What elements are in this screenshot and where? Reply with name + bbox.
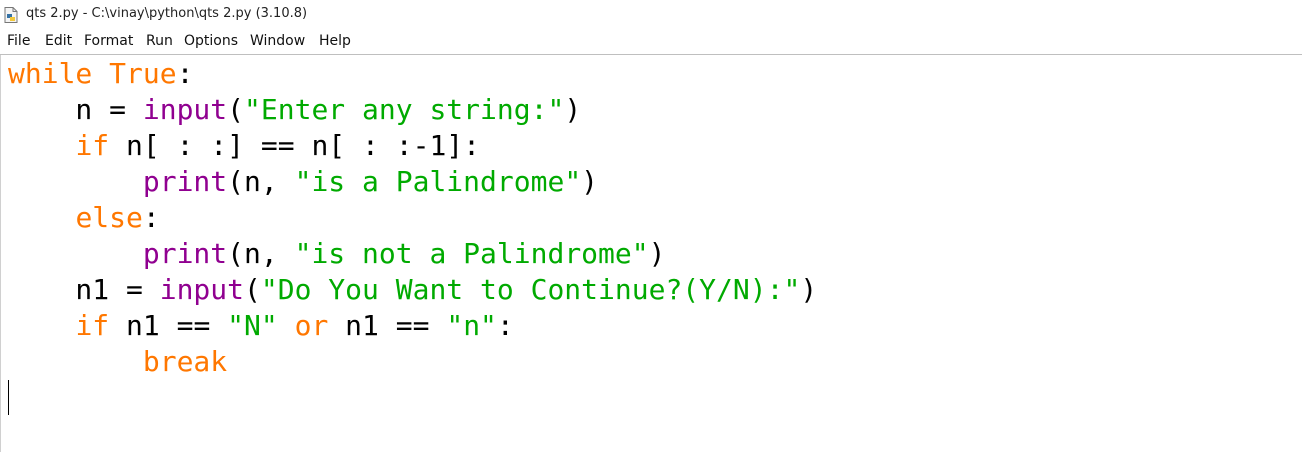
- code-token: if: [75, 309, 110, 342]
- code-token: True: [109, 57, 177, 90]
- code-token: or: [294, 309, 329, 342]
- menu-format[interactable]: Format: [83, 33, 134, 49]
- title-bar: qts 2.py - C:\vinay\python\qts 2.py (3.1…: [0, 0, 1302, 30]
- code-token: "is a Palindrome": [294, 165, 582, 198]
- code-line: if n1 == "N" or n1 == "n":: [8, 308, 514, 344]
- code-token: if: [75, 129, 110, 162]
- code-token: "n": [446, 309, 497, 342]
- code-token: while: [8, 57, 93, 90]
- code-line: print(n, "is a Palindrome"): [8, 164, 598, 200]
- code-token: n1 =: [8, 273, 160, 306]
- code-line: print(n, "is not a Palindrome"): [8, 236, 666, 272]
- code-line: n = input("Enter any string:"): [8, 92, 581, 128]
- code-token: ): [800, 273, 818, 306]
- code-token: ): [564, 93, 582, 126]
- code-line: if n[ : :] == n[ : :-1]:: [8, 128, 480, 164]
- window-title: qts 2.py - C:\vinay\python\qts 2.py (3.1…: [26, 6, 308, 21]
- code-token: "Enter any string:": [244, 93, 565, 126]
- text-cursor: [8, 380, 9, 415]
- code-line: break: [8, 344, 227, 380]
- code-token: input: [142, 93, 228, 126]
- code-token: n =: [8, 93, 143, 126]
- code-token: "is not a Palindrome": [294, 237, 649, 270]
- code-token: :: [176, 57, 194, 90]
- code-token: input: [159, 273, 245, 306]
- code-token: :: [496, 309, 514, 342]
- code-token: print: [142, 237, 228, 270]
- menu-run[interactable]: Run: [145, 33, 174, 49]
- code-token: (n,: [227, 165, 295, 198]
- code-editor[interactable]: while True: n = input("Enter any string:…: [0, 55, 1302, 452]
- code-token: ): [581, 165, 599, 198]
- code-token: (n,: [227, 237, 295, 270]
- code-line: else:: [8, 200, 160, 236]
- menu-bar: File Edit Format Run Options Window Help: [0, 30, 1302, 54]
- code-token: ): [648, 237, 666, 270]
- code-token: break: [142, 345, 228, 378]
- code-token: n1 ==: [328, 309, 447, 342]
- code-token: "Do You Want to Continue?(Y/N):": [260, 273, 801, 306]
- code-token: print: [142, 165, 228, 198]
- code-line: n1 = input("Do You Want to Continue?(Y/N…: [8, 272, 817, 308]
- code-line: while True:: [8, 56, 193, 92]
- code-token: (: [244, 273, 261, 306]
- python-file-icon: [4, 7, 18, 23]
- code-token: "N": [227, 309, 278, 342]
- code-token: else: [75, 201, 143, 234]
- menu-edit[interactable]: Edit: [44, 33, 73, 49]
- code-token: n1 ==: [109, 309, 228, 342]
- code-token: n[ : :] == n[ : :-1]:: [109, 129, 481, 162]
- menu-help[interactable]: Help: [318, 33, 352, 49]
- menu-options[interactable]: Options: [183, 33, 239, 49]
- menu-file[interactable]: File: [6, 33, 31, 49]
- menu-window[interactable]: Window: [249, 33, 306, 49]
- code-token: :: [142, 201, 160, 234]
- code-token: (: [227, 93, 245, 126]
